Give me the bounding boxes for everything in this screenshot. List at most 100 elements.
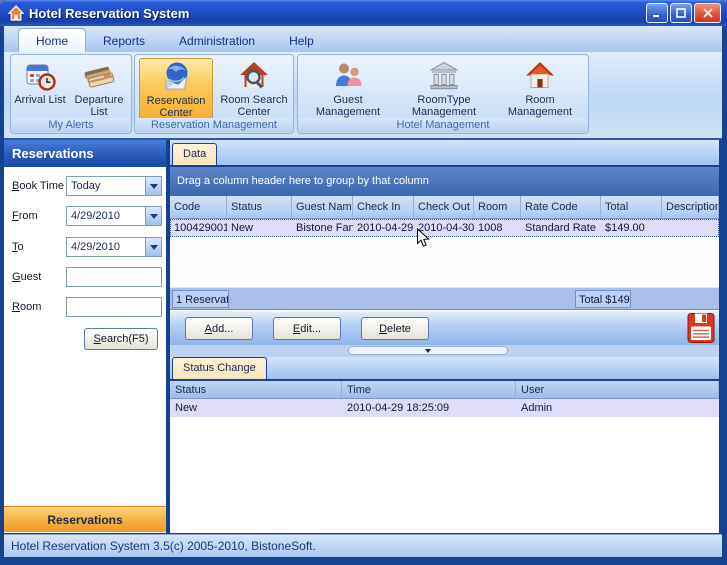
cell-room: 1008	[478, 222, 503, 234]
reservations-sidebar: Reservations Book Time Today From 4/29/2…	[4, 140, 168, 533]
column-header-check-out[interactable]: Check Out	[414, 196, 474, 218]
column-header-sc-user[interactable]: User	[516, 381, 719, 398]
cell-guest-name: Bistone Fan	[296, 222, 353, 234]
column-header-check-in[interactable]: Check In	[353, 196, 414, 218]
cell-sc-time: 2010-04-29 18:25:09	[347, 402, 450, 414]
room-input[interactable]	[66, 297, 162, 317]
save-icon[interactable]	[687, 312, 715, 344]
guest-management-button[interactable]: Guest Management	[304, 58, 392, 120]
data-tab-strip: Data	[170, 140, 719, 167]
cell-description	[662, 219, 719, 237]
group-label-hotel-management: Hotel Management	[299, 118, 587, 132]
ribbon: Arrival List Departure List My Alerts Re…	[4, 52, 722, 140]
column-header-status[interactable]: Status	[227, 196, 292, 218]
app-window: Hotel Reservation System Home Reports Ad…	[0, 0, 727, 565]
room-search-center-label: Room Search Center	[220, 94, 288, 118]
chevron-down-icon[interactable]	[145, 207, 161, 225]
ribbon-group-hotel-management: Guest Management RoomType Management Roo…	[297, 54, 589, 134]
ribbon-group-my-alerts: Arrival List Departure List My Alerts	[10, 54, 132, 134]
reservation-center-label: Reservation Center	[146, 95, 206, 119]
title-bar[interactable]: Hotel Reservation System	[0, 0, 727, 26]
room-management-label: Room Management	[507, 94, 573, 118]
book-time-value: Today	[71, 180, 101, 192]
chevron-down-icon[interactable]	[145, 238, 161, 256]
status-change-row[interactable]: New 2010-04-29 18:25:09 Admin	[170, 399, 719, 417]
house-search-icon	[240, 62, 268, 89]
calendar-clock-icon	[26, 64, 56, 91]
credit-cards-icon	[84, 66, 115, 88]
tab-administration[interactable]: Administration	[162, 29, 272, 52]
search-button[interactable]: Search(F5)	[84, 328, 158, 350]
splitter-collapse-handle[interactable]	[348, 346, 508, 355]
reservation-total: Total $149	[575, 290, 631, 308]
room-search-center-button[interactable]: Room Search Center	[216, 58, 292, 120]
chevron-down-icon[interactable]	[145, 177, 161, 195]
from-label: From	[12, 210, 38, 222]
tab-help[interactable]: Help	[272, 29, 331, 52]
status-change-header-row: Status Time User	[170, 381, 719, 399]
action-button-bar: Add... Edit... Delete	[170, 310, 719, 345]
cell-check-out: 2010-04-30	[418, 222, 474, 234]
column-header-total[interactable]: Total	[601, 196, 662, 218]
book-time-dropdown[interactable]: Today	[66, 176, 162, 196]
departure-list-label: Departure List	[74, 94, 124, 118]
sidebar-header: Reservations	[4, 140, 166, 167]
status-change-tab-strip: Status Change	[170, 357, 719, 381]
bank-icon	[429, 61, 459, 90]
cell-rate-code: Standard Rate	[525, 222, 596, 234]
to-date-dropdown[interactable]: 4/29/2010	[66, 237, 162, 257]
column-header-sc-status[interactable]: Status	[170, 381, 342, 398]
roomtype-management-label: RoomType Management	[411, 94, 477, 118]
column-header-rate-code[interactable]: Rate Code	[521, 196, 601, 218]
column-header-guest-name[interactable]: Guest Name	[292, 196, 353, 218]
reservation-center-button[interactable]: Reservation Center	[139, 58, 213, 120]
status-bar: Hotel Reservation System 3.5(c) 2005-201…	[4, 534, 722, 557]
close-button[interactable]	[694, 3, 721, 23]
panel-splitter[interactable]	[170, 345, 719, 357]
cell-sc-status: New	[175, 402, 198, 414]
column-header-sc-time[interactable]: Time	[342, 381, 516, 398]
from-date-dropdown[interactable]: 4/29/2010	[66, 206, 162, 226]
group-by-bar[interactable]: Drag a column header here to group by th…	[170, 167, 719, 196]
column-header-description[interactable]: Description	[662, 196, 719, 218]
app-house-icon	[8, 5, 24, 21]
reservation-row[interactable]: 100429001 New Bistone Fan 2010-04-29 201…	[170, 219, 719, 237]
tab-data[interactable]: Data	[172, 143, 218, 165]
arrival-list-button[interactable]: Arrival List	[14, 58, 66, 120]
maximize-button[interactable]	[670, 3, 692, 23]
grid-header-row: Code Status Guest Name Check In Check Ou…	[170, 196, 719, 219]
room-management-button[interactable]: Room Management	[496, 58, 584, 120]
tab-reports[interactable]: Reports	[86, 29, 162, 52]
to-date-value: 4/29/2010	[71, 241, 120, 253]
column-header-code[interactable]: Code	[170, 196, 227, 218]
delete-button[interactable]: Delete	[361, 317, 429, 340]
cell-sc-user: Admin	[521, 402, 553, 414]
guest-input[interactable]	[66, 267, 162, 287]
to-label: To	[12, 241, 24, 253]
group-label-reservation-management: Reservation Management	[136, 118, 292, 132]
minimize-icon	[653, 15, 659, 17]
guests-icon	[336, 63, 362, 86]
main-panel: Data Drag a column header here to group …	[170, 140, 719, 533]
cell-check-in: 2010-04-29	[357, 222, 414, 234]
arrival-list-label: Arrival List	[14, 94, 66, 106]
departure-list-button[interactable]: Departure List	[68, 58, 130, 120]
tab-status-change[interactable]: Status Change	[172, 357, 267, 379]
minimize-button[interactable]	[646, 3, 668, 23]
column-header-room[interactable]: Room	[474, 196, 521, 218]
group-label-my-alerts: My Alerts	[12, 118, 130, 132]
summary-strip: 1 Reservat Total $149	[170, 287, 719, 310]
maximize-icon	[676, 8, 686, 18]
roomtype-management-button[interactable]: RoomType Management	[396, 58, 492, 120]
globe-mail-icon	[164, 62, 188, 90]
tab-home[interactable]: Home	[18, 28, 87, 52]
reservations-nav-bar[interactable]: Reservations	[4, 506, 166, 532]
house-icon	[526, 62, 554, 88]
book-time-label: Book Time	[12, 180, 64, 192]
ribbon-group-reservation-management: Reservation Center Room Search Center Re…	[134, 54, 294, 134]
add-button[interactable]: Add...	[185, 317, 253, 340]
guest-label: Guest	[12, 271, 42, 283]
cell-total: $149.00	[605, 222, 645, 234]
edit-button[interactable]: Edit...	[273, 317, 341, 340]
cell-code: 100429001	[174, 222, 227, 234]
